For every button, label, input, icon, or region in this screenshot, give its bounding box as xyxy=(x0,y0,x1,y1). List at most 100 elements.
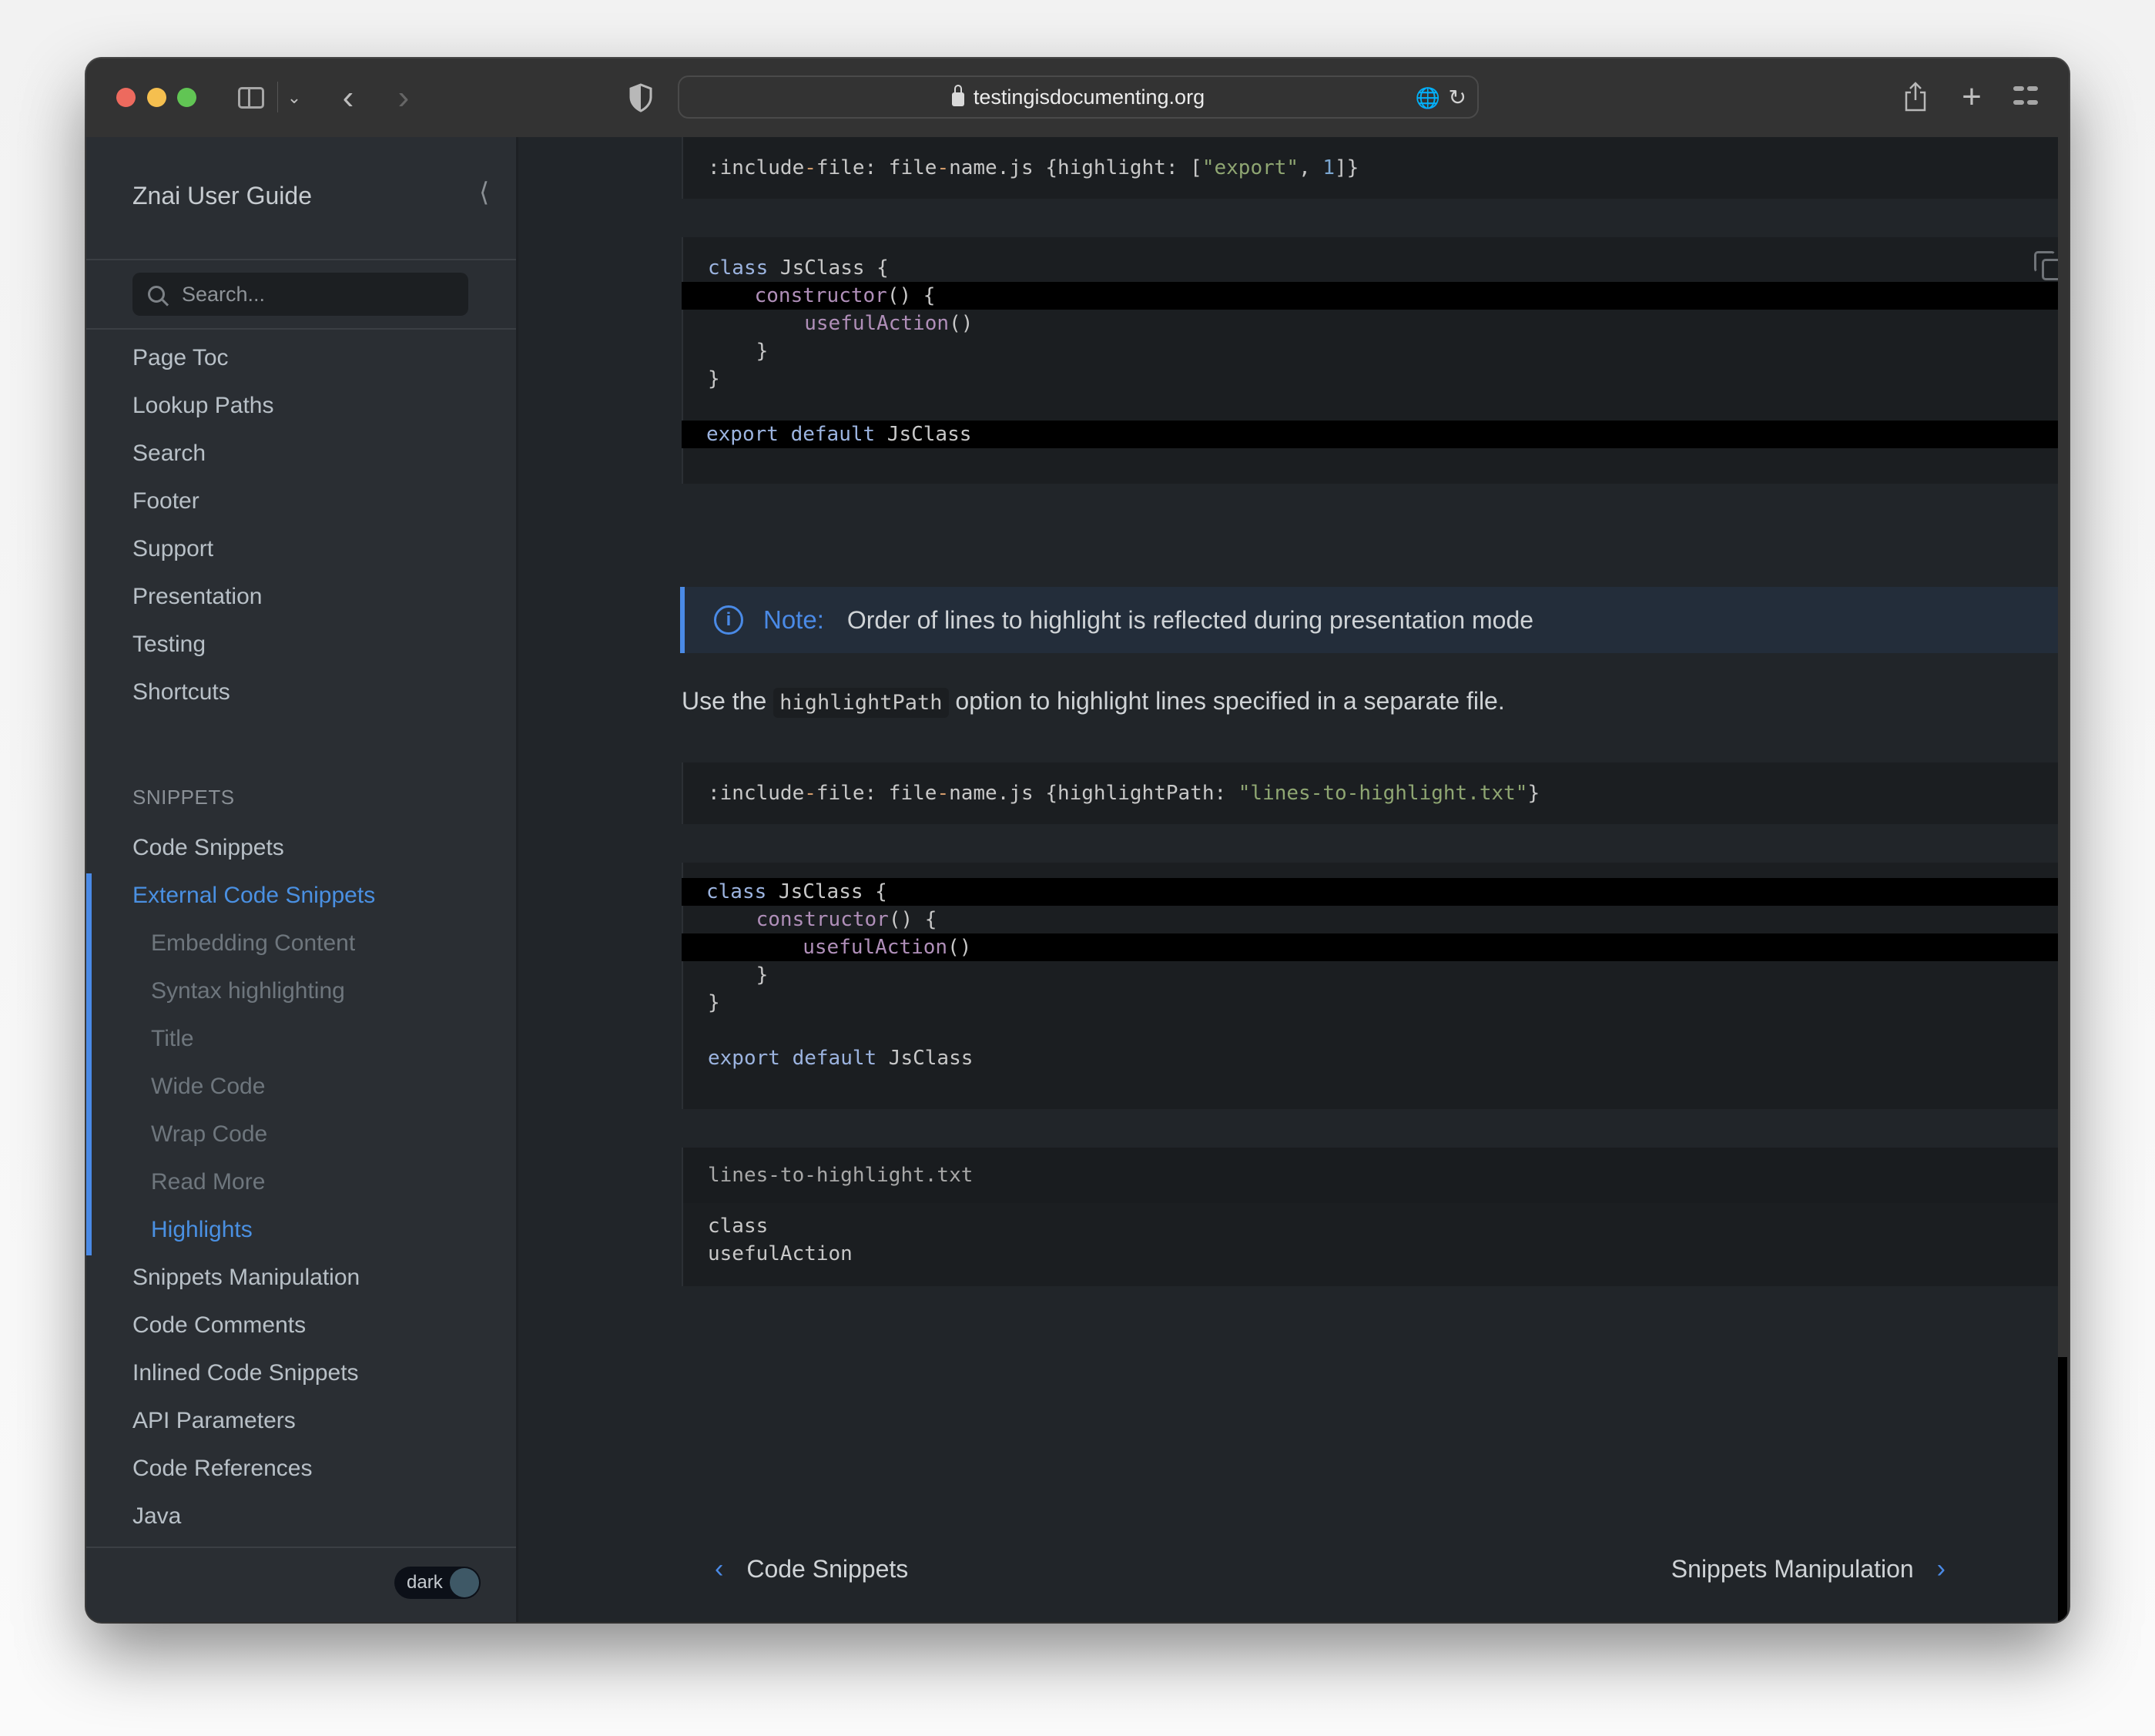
paragraph-text: Use the xyxy=(682,687,774,715)
sidebar-item[interactable]: Snippets Manipulation xyxy=(132,1265,360,1291)
chevron-left-icon[interactable]: ‹ xyxy=(333,79,364,117)
scrollbar[interactable] xyxy=(2058,137,2069,1622)
code-token: - xyxy=(804,156,816,179)
code-line: usefulAction xyxy=(708,1242,853,1265)
search-box[interactable] xyxy=(132,273,468,316)
file-snippet: lines-to-highlight.txt class usefulAction xyxy=(682,1148,2068,1286)
code-line: :include-file: file-name.js {highlightPa… xyxy=(683,779,2068,807)
sidebar-icon[interactable] xyxy=(236,85,266,111)
chevron-left-icon: ‹ xyxy=(715,1554,724,1584)
code-token: () xyxy=(947,936,972,959)
site-title[interactable]: Znai User Guide xyxy=(132,182,312,210)
share-icon[interactable] xyxy=(1900,75,1931,119)
sidebar-item[interactable]: Inlined Code Snippets xyxy=(132,1360,359,1386)
code-token: constructor xyxy=(756,908,889,931)
sidebar-item[interactable]: Page Toc xyxy=(132,345,229,371)
sidebar-item[interactable]: External Code Snippets xyxy=(132,883,375,909)
sidebar-subitem[interactable]: Syntax highlighting xyxy=(151,978,345,1004)
translate-icon[interactable]: 🌐 xyxy=(1416,86,1440,110)
sidebar-item[interactable]: Shortcuts xyxy=(132,679,230,705)
chevron-right-icon[interactable]: › xyxy=(388,79,419,117)
sidebar-item[interactable]: Lookup Paths xyxy=(132,393,273,419)
code-block-highlight-path: class JsClass { constructor() { usefulAc… xyxy=(682,863,2066,1109)
sidebar-item[interactable]: Code References xyxy=(132,1456,312,1482)
note-text: Order of lines to highlight is reflected… xyxy=(846,605,1534,634)
zoom-window-button[interactable] xyxy=(177,88,196,107)
sidebar-item[interactable]: Testing xyxy=(132,632,206,658)
code-token: export xyxy=(706,423,779,446)
highlighted-code-line: export default JsClass xyxy=(682,421,2066,448)
chevron-down-icon[interactable]: ⌄ xyxy=(283,85,306,111)
scrollbar-thumb[interactable] xyxy=(2058,1357,2067,1622)
address-bar[interactable]: testingisdocumenting.org 🌐 ↻ xyxy=(678,75,1479,119)
description-paragraph: Use the highlightPath option to highligh… xyxy=(682,687,1505,718)
sidebar-subitem[interactable]: Wrap Code xyxy=(151,1121,267,1148)
sidebar-subitem[interactable]: Wide Code xyxy=(151,1074,265,1100)
sidebar-item[interactable]: Search xyxy=(132,441,206,467)
search-input[interactable] xyxy=(180,281,461,307)
minimize-window-button[interactable] xyxy=(147,88,166,107)
prev-page-label: Code Snippets xyxy=(746,1555,909,1583)
code-line: } xyxy=(683,337,2066,365)
sidebar-item[interactable]: Support xyxy=(132,536,213,562)
reload-icon[interactable]: ↻ xyxy=(1449,85,1466,110)
copy-icon[interactable] xyxy=(2034,251,2063,280)
theme-toggle[interactable]: dark xyxy=(394,1567,481,1599)
code-token: class xyxy=(708,256,769,280)
code-token: - xyxy=(937,782,950,805)
sidebar-item[interactable]: Code Comments xyxy=(132,1312,306,1339)
include-file-snippet: :include-file: file-name.js {highlightPa… xyxy=(682,762,2068,824)
sidebar-item[interactable]: Java xyxy=(132,1503,181,1530)
sidebar-subitem[interactable]: Highlights xyxy=(151,1217,253,1243)
code-token: JsClass { xyxy=(768,256,889,280)
sidebar-item[interactable]: Code Snippets xyxy=(132,835,284,861)
include-file-snippet: :include-file: file-name.js {highlight: … xyxy=(682,137,2068,199)
code-token: } xyxy=(1527,782,1540,805)
highlighted-code-line: class JsClass { xyxy=(682,878,2066,906)
toolbar-divider xyxy=(277,82,278,112)
sidebar-section-label: SNIPPETS xyxy=(132,786,235,809)
code-token: ]} xyxy=(1335,156,1359,179)
code-token: "export" xyxy=(1202,156,1299,179)
info-icon: i xyxy=(714,605,743,635)
note-label: Note: xyxy=(763,605,824,634)
code-token: JsClass { xyxy=(766,880,887,903)
code-line: } xyxy=(683,961,2066,989)
code-token: default xyxy=(792,1047,877,1070)
prev-page-link[interactable]: ‹ Code Snippets xyxy=(715,1554,908,1584)
sidebar-item[interactable]: API Parameters xyxy=(132,1408,296,1434)
paragraph-text: option to highlight lines specified in a… xyxy=(948,687,1505,715)
next-page-link[interactable]: Snippets Manipulation › xyxy=(1671,1554,1946,1584)
sidebar-subitem[interactable]: Title xyxy=(151,1026,194,1052)
sidebar-item[interactable]: Footer xyxy=(132,488,199,514)
code-token: } xyxy=(708,991,720,1014)
theme-toggle-label: dark xyxy=(407,1572,443,1593)
code-token: export xyxy=(708,1047,780,1070)
code-token: () { xyxy=(886,284,936,307)
code-line: usefulAction() xyxy=(683,310,2066,337)
code-token: file: file xyxy=(816,782,937,805)
code-token: , xyxy=(1299,156,1323,179)
highlighted-code-line: constructor() { xyxy=(682,282,2066,310)
code-token: name.js {highlightPath: xyxy=(949,782,1238,805)
plus-icon[interactable]: + xyxy=(1956,75,1987,119)
browser-toolbar: ⌄ ‹ › testingisdocumenting.org 🌐 ↻ + xyxy=(86,59,2069,139)
close-window-button[interactable] xyxy=(116,88,136,107)
sidebar-subitem[interactable]: Read More xyxy=(151,1169,265,1195)
code-token: () xyxy=(949,312,974,335)
next-page-label: Snippets Manipulation xyxy=(1671,1555,1914,1583)
collapse-sidebar-icon[interactable]: ⟨ xyxy=(479,177,489,208)
code-block-highlight: class JsClass { constructor() { usefulAc… xyxy=(682,237,2066,484)
code-token: 1 xyxy=(1322,156,1336,179)
sidebar-subitem[interactable]: Embedding Content xyxy=(151,930,355,957)
sidebar-item[interactable]: Presentation xyxy=(132,584,262,610)
shield-icon[interactable] xyxy=(625,80,656,116)
grid-icon[interactable] xyxy=(2013,83,2038,108)
highlighted-code-line: usefulAction() xyxy=(682,933,2066,961)
